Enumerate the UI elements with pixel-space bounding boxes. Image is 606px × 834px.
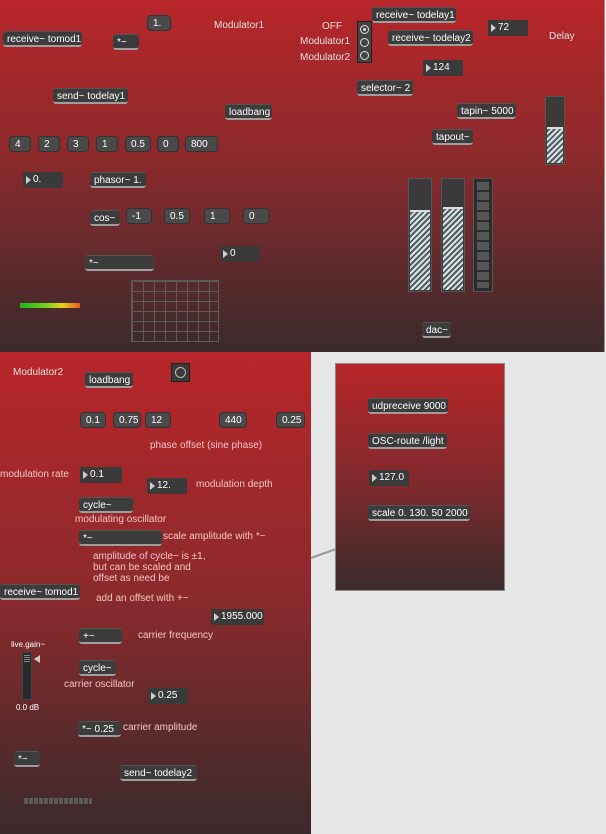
patch-cord xyxy=(310,548,337,559)
osc-route-object[interactable]: OSC-route /light xyxy=(368,433,447,449)
scale-object[interactable]: scale 0. 130. 50 2000 xyxy=(368,505,470,521)
number-box-127[interactable]: 127.0 xyxy=(369,470,409,486)
patch-cord-layer xyxy=(310,548,337,559)
object-text: scale 0. 130. 50 2000 xyxy=(372,508,468,519)
udpreceive-object[interactable]: udpreceive 9000 xyxy=(368,398,448,414)
object-text: OSC-route /light xyxy=(372,436,444,447)
object-text: udpreceive 9000 xyxy=(372,401,446,412)
patcher-window-osc: udpreceive 9000 OSC-route /light 127.0 s… xyxy=(335,363,505,591)
